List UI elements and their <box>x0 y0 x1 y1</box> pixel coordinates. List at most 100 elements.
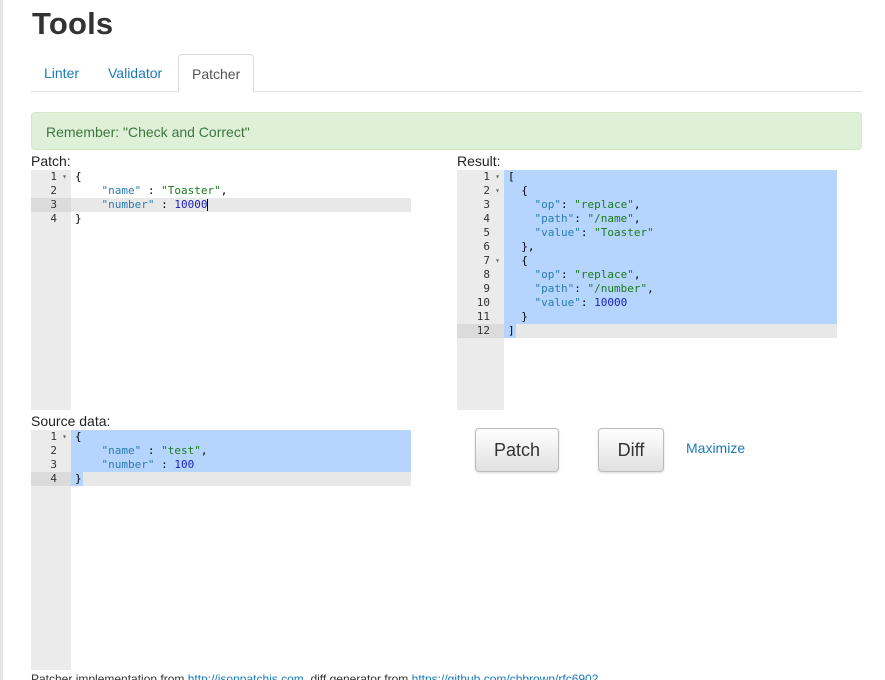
json-punct <box>75 184 102 197</box>
fold-toggle-icon[interactable]: ▾ <box>495 254 500 268</box>
json-string: "replace" <box>574 198 634 211</box>
fold-toggle-icon[interactable]: ▾ <box>495 170 500 184</box>
code-line: "op": "replace", <box>504 268 837 282</box>
code-line: "number" : 10000 <box>71 198 411 212</box>
line-number-text: 1 <box>50 430 57 443</box>
footer-prefix: Patcher implementation from <box>31 672 188 680</box>
json-punct <box>75 444 102 457</box>
line-number-text: 3 <box>483 198 490 211</box>
json-punct <box>75 198 102 211</box>
tab-bar: Linter Validator Patcher <box>31 54 862 93</box>
page-title: Tools <box>32 6 114 41</box>
json-punct <box>508 282 535 295</box>
json-key: "path" <box>534 212 575 225</box>
tab-validator[interactable]: Validator <box>95 54 175 92</box>
patch-button[interactable]: Patch <box>475 428 559 472</box>
json-punct: { <box>75 430 82 443</box>
tab-linter[interactable]: Linter <box>31 54 92 92</box>
source-data-label: Source data: <box>31 413 111 429</box>
json-punct: ] <box>508 324 515 337</box>
patch-label: Patch: <box>31 153 71 169</box>
result-editor-content[interactable]: [ { "op": "replace", "path": "/name", "v… <box>504 170 837 338</box>
json-punct: } <box>75 472 82 485</box>
json-string: "/name" <box>587 212 634 225</box>
line-number-text: 7 <box>483 254 490 267</box>
line-number-text: 10 <box>476 296 490 309</box>
line-number-text: 9 <box>483 282 490 295</box>
left-border <box>0 0 3 680</box>
fold-toggle-icon[interactable]: ▾ <box>62 430 67 444</box>
source-data-editor[interactable]: 1 ▾ 2 3 4 { "name" : "test", "number" : 100} <box>31 430 411 670</box>
line-number: 11 <box>457 310 504 324</box>
maximize-link[interactable]: Maximize <box>686 440 745 456</box>
json-punct: : <box>154 198 175 211</box>
reminder-alert: Remember: "Check and Correct" <box>31 112 862 150</box>
line-number-text: 4 <box>50 472 57 485</box>
patch-editor-content[interactable]: { "name" : "Toaster", "number" : 10000} <box>71 170 411 226</box>
line-number-text: 5 <box>483 226 490 239</box>
json-punct: { <box>508 184 528 197</box>
line-number: 6 <box>457 240 504 254</box>
tab-patcher[interactable]: Patcher <box>178 54 255 93</box>
diff-button[interactable]: Diff <box>598 428 664 472</box>
result-editor-gutter: 1 ▾ 2 ▾ 3 4 5 6 7 ▾ 8 9 10 11 12 <box>457 170 504 410</box>
json-punct: : <box>141 444 162 457</box>
line-number: 3 <box>457 198 504 212</box>
code-line: "value": 10000 <box>504 296 837 310</box>
json-key: "name" <box>101 444 142 457</box>
line-number: 5 <box>457 226 504 240</box>
line-number-text: 1 <box>483 170 490 183</box>
patch-editor[interactable]: 1 ▾ 2 3 4 { "name" : "Toaster", "number" : 1… <box>31 170 411 410</box>
line-number: 4 <box>457 212 504 226</box>
json-punct: : <box>561 268 575 281</box>
footer-credits: Patcher implementation from http://jsonp… <box>31 672 598 680</box>
json-string: "test" <box>161 444 201 457</box>
code-line: ] <box>504 324 837 338</box>
json-punct <box>508 268 535 281</box>
code-line: "path": "/name", <box>504 212 837 226</box>
line-number: 4 <box>31 212 71 226</box>
line-number: 2 <box>31 444 71 458</box>
code-line: }, <box>504 240 837 254</box>
line-number: 7 ▾ <box>457 254 504 268</box>
json-punct: , <box>633 198 641 211</box>
code-line: { <box>71 430 411 444</box>
line-number-text: 12 <box>476 324 490 337</box>
json-key: "op" <box>534 198 562 211</box>
json-punct: : <box>580 226 595 239</box>
json-string: "Toaster" <box>594 226 654 239</box>
code-line: { <box>504 184 837 198</box>
json-punct: : <box>580 296 595 309</box>
json-punct: , <box>220 184 228 197</box>
json-punct <box>508 226 535 239</box>
json-punct: , <box>633 268 641 281</box>
json-key: "value" <box>534 296 581 309</box>
json-punct: : <box>574 282 588 295</box>
rfc6902-link[interactable]: https://github.com/cbbrown/rfc6902 <box>412 672 599 680</box>
line-number: 1 ▾ <box>457 170 504 184</box>
source-editor-content[interactable]: { "name" : "test", "number" : 100} <box>71 430 411 486</box>
line-number-text: 2 <box>50 184 57 197</box>
line-number: 3 <box>31 458 71 472</box>
json-number: 10000 <box>174 198 208 211</box>
patch-editor-gutter: 1 ▾ 2 3 4 <box>31 170 71 410</box>
code-line: "value": "Toaster" <box>504 226 837 240</box>
code-line: "name" : "test", <box>71 444 411 458</box>
jsonpatch-link[interactable]: http://jsonpatchjs.com <box>188 672 304 680</box>
line-number-text: 4 <box>50 212 57 225</box>
json-punct <box>75 458 102 471</box>
code-line: } <box>71 212 411 226</box>
json-string: "replace" <box>574 268 634 281</box>
result-editor[interactable]: 1 ▾ 2 ▾ 3 4 5 6 7 ▾ 8 9 10 11 12 [ { "op": "replace", … <box>457 170 837 410</box>
json-punct: : <box>574 212 588 225</box>
line-number-text: 6 <box>483 240 490 253</box>
line-number: 1 ▾ <box>31 430 71 444</box>
line-number-text: 3 <box>50 458 57 471</box>
code-line: "name" : "Toaster", <box>71 184 411 198</box>
json-punct: } <box>508 310 528 323</box>
fold-toggle-icon[interactable]: ▾ <box>495 184 500 198</box>
fold-toggle-icon[interactable]: ▾ <box>62 170 67 184</box>
result-label: Result: <box>457 153 501 169</box>
line-number: 1 ▾ <box>31 170 71 184</box>
source-editor-gutter: 1 ▾ 2 3 4 <box>31 430 71 670</box>
